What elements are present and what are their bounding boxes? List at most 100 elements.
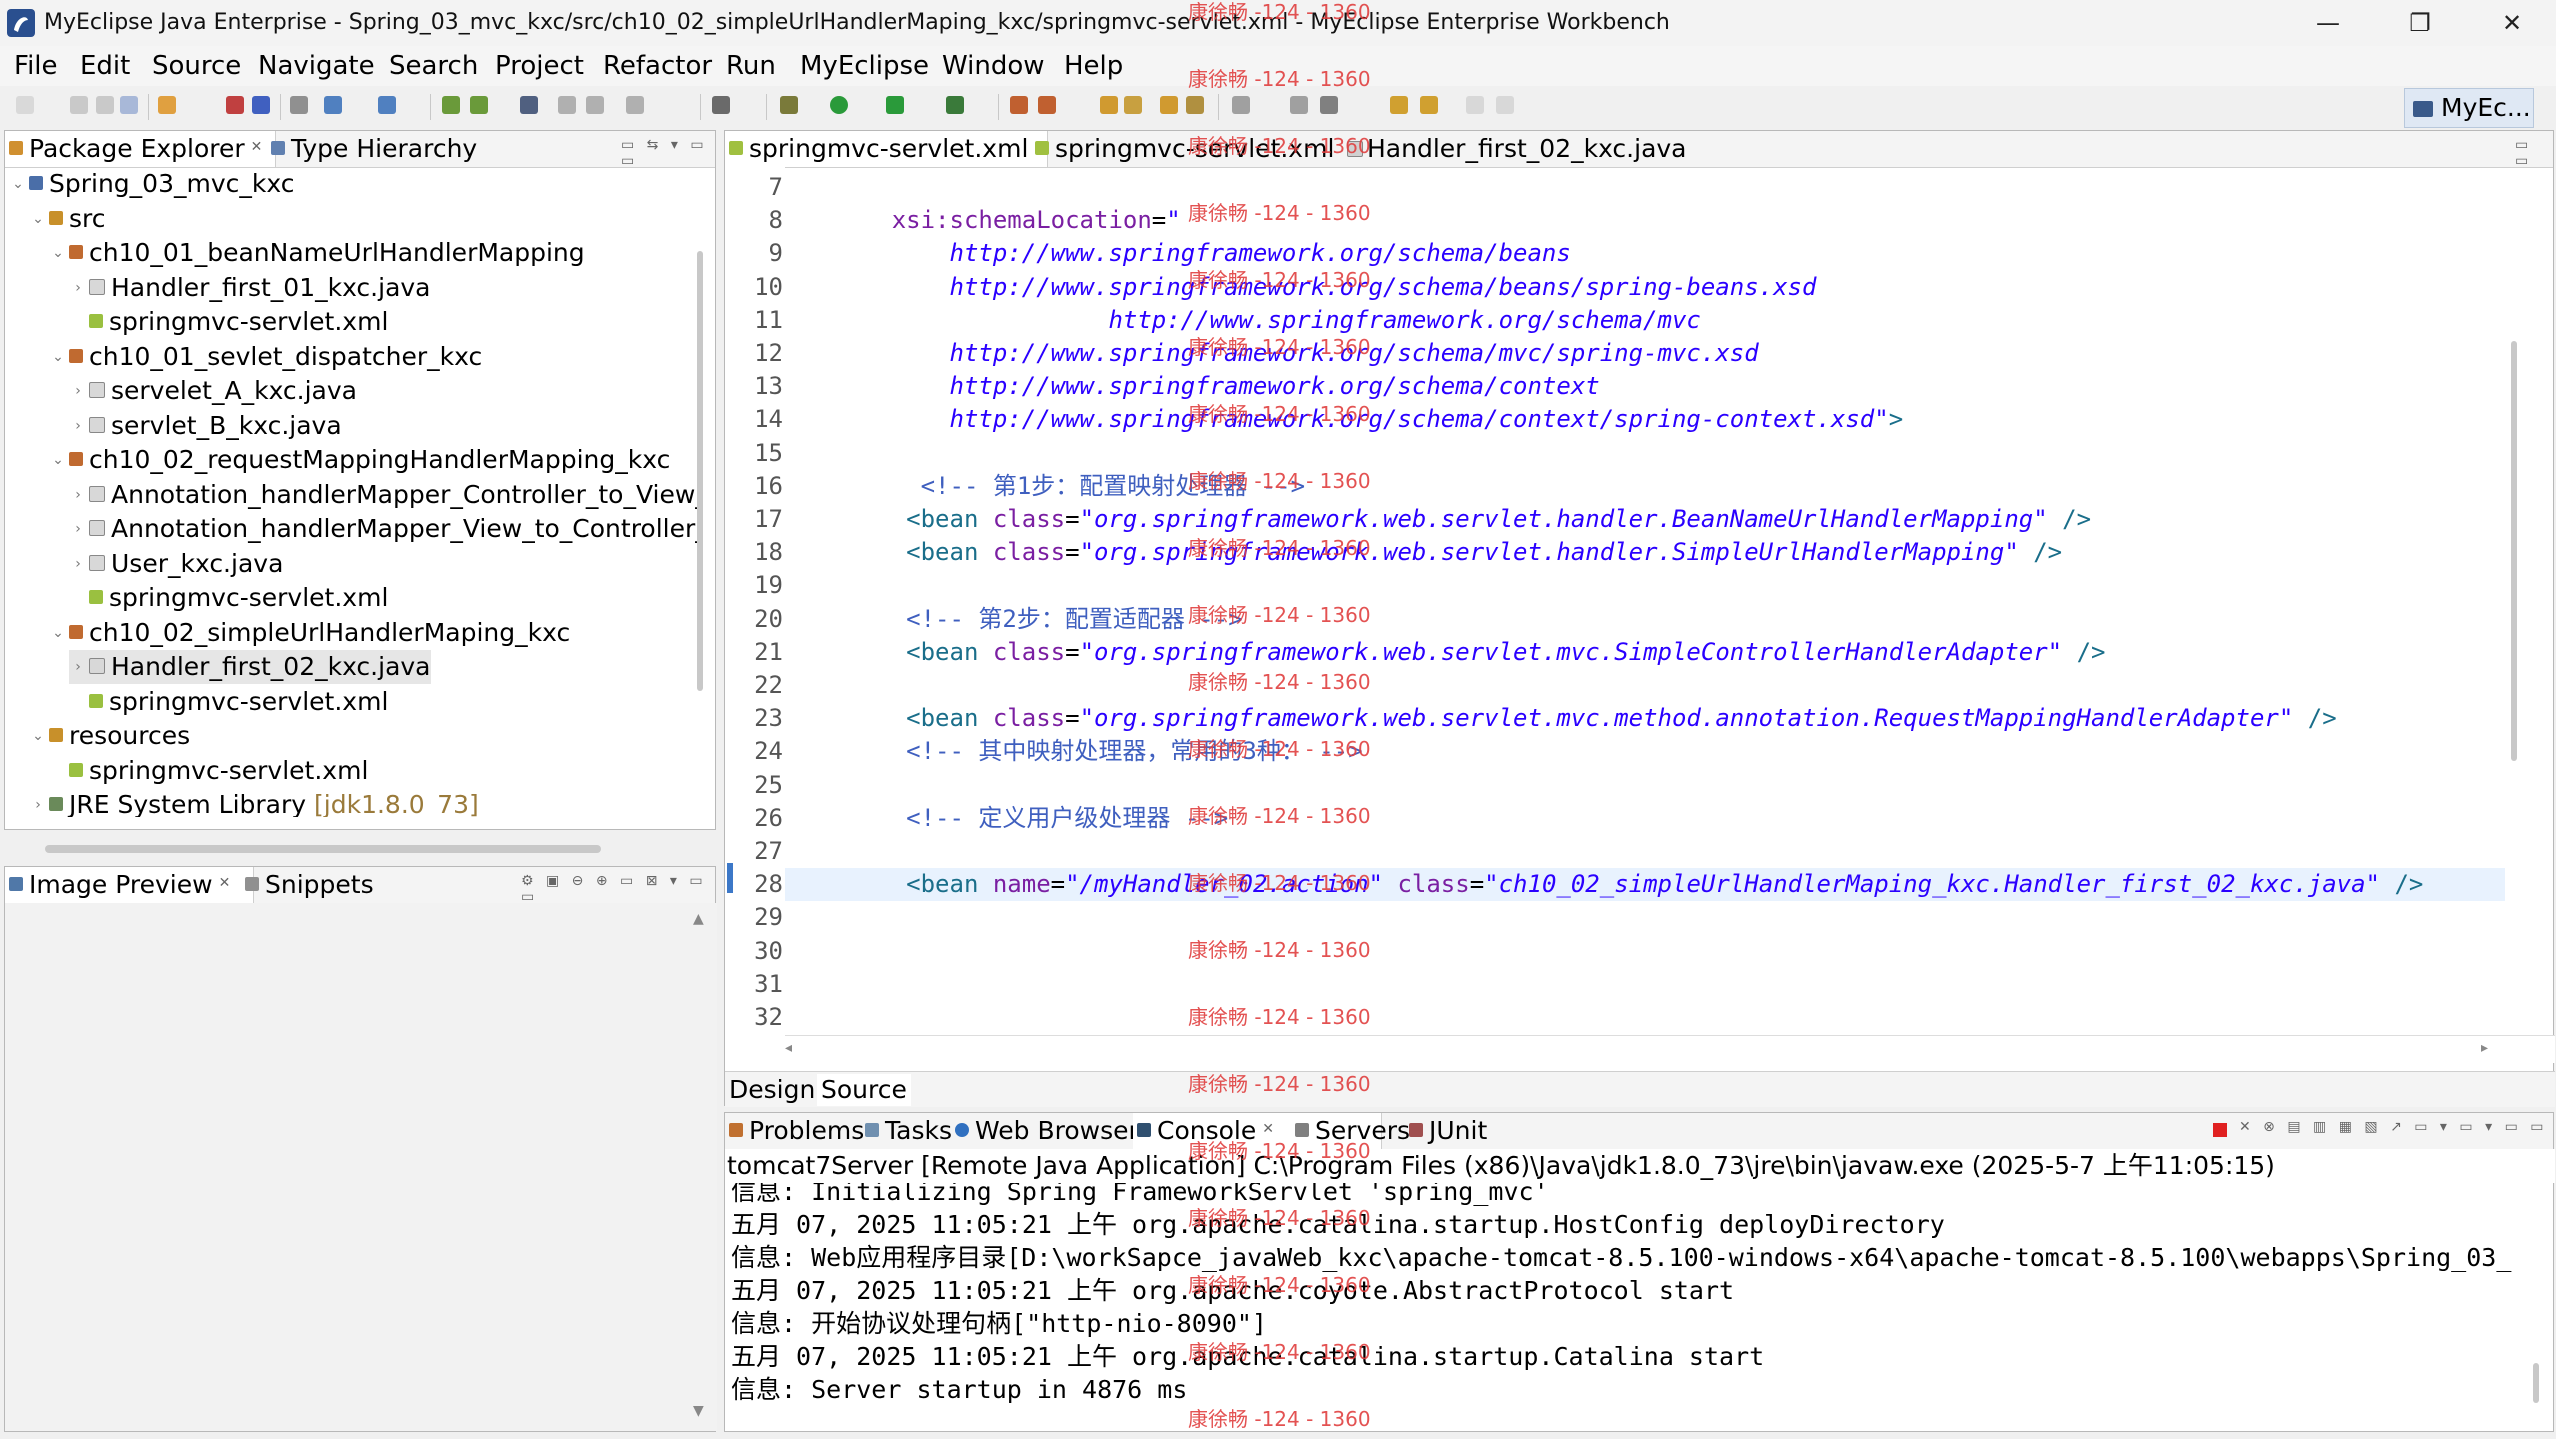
menu-navigate[interactable]: Navigate xyxy=(258,50,375,82)
tree-item[interactable]: springmvc-servlet.xml xyxy=(49,754,368,788)
debug-icon[interactable] xyxy=(780,96,798,114)
next-annotation-icon[interactable] xyxy=(1290,96,1308,114)
build-icon[interactable] xyxy=(586,96,604,114)
open-task-icon[interactable] xyxy=(252,96,270,114)
tree-item[interactable]: ⌄ Spring_03_mvc_kxc xyxy=(9,167,294,201)
tree-item[interactable]: ⌄ ch10_02_requestMappingHandlerMapping_kx… xyxy=(49,443,670,477)
chevron-right-icon[interactable]: › xyxy=(69,374,87,408)
menu-edit[interactable]: Edit xyxy=(80,50,130,82)
close-tab-icon[interactable]: ✕ xyxy=(251,139,263,155)
scroll-up-icon[interactable]: ▲ xyxy=(693,911,704,927)
menu-myeclipse[interactable]: MyEclipse xyxy=(800,50,929,82)
server-icon[interactable] xyxy=(378,96,396,114)
chevron-right-icon[interactable]: › xyxy=(69,650,87,684)
tab-package-explorer[interactable]: Package Explorer ✕ xyxy=(5,131,276,167)
code-line[interactable]: <bean class="org.springframework.web.ser… xyxy=(805,536,2062,569)
maximize-button[interactable]: ❐ xyxy=(2374,0,2466,46)
tree-item[interactable]: ⌄ src xyxy=(29,202,105,236)
save-icon[interactable] xyxy=(70,96,88,114)
pin-icon[interactable] xyxy=(1232,96,1250,114)
run-as-icon[interactable] xyxy=(886,96,904,114)
tab-snippets[interactable]: Snippets xyxy=(241,867,374,903)
code-line[interactable]: <bean class="org.springframework.web.ser… xyxy=(805,702,2337,735)
new-server-icon[interactable] xyxy=(158,96,176,114)
tab-problems[interactable]: Problems xyxy=(725,1113,864,1149)
chevron-right-icon[interactable]: › xyxy=(69,409,87,443)
code-line[interactable]: <!-- 第2步：配置适配器 --> xyxy=(805,603,1243,636)
menu-file[interactable]: File xyxy=(14,50,58,82)
tab-type-hierarchy[interactable]: Type Hierarchy xyxy=(267,131,477,167)
image-preview-toolbar-icon[interactable]: ⚙ ▣ ⊖ ⊕ ▭ ⊠ ▾ ▭ ▭ xyxy=(521,873,715,905)
tree-item[interactable]: › Annotation_handlerMapper_Controller_to_… xyxy=(69,478,701,512)
open-folder-icon[interactable] xyxy=(1124,96,1142,114)
tab-handler-first-02[interactable]: Handler_first_02_kxc.java xyxy=(1343,131,1687,167)
close-button[interactable]: ✕ xyxy=(2466,0,2556,46)
mark-icon[interactable] xyxy=(1186,96,1204,114)
code-line[interactable]: xsi:schemaLocation=" xyxy=(805,204,1181,237)
tree-item[interactable]: › Annotation_handlerMapper_View_to_Contro… xyxy=(69,512,701,546)
code-area[interactable]: 78 xsi:schemaLocation=" 9 http://www.spri… xyxy=(725,167,2505,1035)
tab-tasks[interactable]: Tasks xyxy=(861,1113,952,1149)
tree-item[interactable]: › JRE System Library [jdk1.8.0_73] xyxy=(29,788,479,817)
tree-item[interactable]: springmvc-servlet.xml xyxy=(69,685,388,719)
new-java-project-icon[interactable] xyxy=(1010,96,1028,114)
tree-item[interactable]: ⌄ resources xyxy=(29,719,190,753)
horizontal-scrollbar[interactable] xyxy=(45,845,601,853)
menu-help[interactable]: Help xyxy=(1064,50,1123,82)
chevron-right-icon[interactable]: › xyxy=(69,478,87,512)
save-all-icon[interactable] xyxy=(96,96,114,114)
chevron-down-icon[interactable]: ⌄ xyxy=(49,236,67,270)
tab-junit[interactable]: JUnit xyxy=(1405,1113,1487,1149)
chevron-down-icon[interactable]: ⌄ xyxy=(49,443,67,477)
code-line[interactable]: <bean class="org.springframework.web.ser… xyxy=(805,636,2105,669)
tree-item[interactable]: › User_kxc.java xyxy=(69,547,283,581)
minimize-button[interactable]: — xyxy=(2282,0,2374,46)
code-line[interactable]: <bean class="org.springframework.web.ser… xyxy=(805,503,2091,536)
chevron-right-icon[interactable]: › xyxy=(29,788,47,817)
chevron-right-icon[interactable]: › xyxy=(69,512,87,546)
code-line[interactable]: <!-- 定义用户级处理器 --> xyxy=(805,802,1228,835)
tab-source[interactable]: Source xyxy=(817,1074,911,1106)
menu-search[interactable]: Search xyxy=(389,50,478,82)
new-class-icon[interactable] xyxy=(1100,96,1118,114)
package-icon[interactable] xyxy=(470,96,488,114)
tree-item[interactable]: ⌄ ch10_01_beanNameUrlHandlerMapping xyxy=(49,236,585,270)
scroll-down-icon[interactable]: ▼ xyxy=(693,1403,704,1419)
console-toolbar-icons[interactable]: ✕ ⊗ ▤ ▥ ▦ ▧ ↗ ▭ ▾ ▭ ▾ ▭ ▭ xyxy=(2239,1119,2547,1135)
terminate-icon[interactable] xyxy=(2213,1123,2227,1137)
back-icon[interactable] xyxy=(1390,96,1408,114)
open-perspective-icon[interactable] xyxy=(442,96,460,114)
new-package-icon[interactable] xyxy=(1038,96,1056,114)
new-icon[interactable] xyxy=(16,96,34,114)
chevron-down-icon[interactable]: ⌄ xyxy=(49,616,67,650)
panel-view-menu-icon[interactable]: ▭ ⇆ ▾ ▭ ▭ xyxy=(621,137,715,169)
refresh-icon[interactable] xyxy=(520,96,538,114)
tree-item[interactable]: › servelet_A_kxc.java xyxy=(69,374,357,408)
forward-icon[interactable] xyxy=(1466,96,1484,114)
tree-item[interactable]: springmvc-servlet.xml xyxy=(69,305,388,339)
tree-item[interactable]: ⌄ ch10_02_simpleUrlHandlerMaping_kxc xyxy=(49,616,570,650)
tree-item[interactable]: ⌄ ch10_01_sevlet_dispatcher_kxc xyxy=(49,340,482,374)
tree-item[interactable]: › servlet_B_kxc.java xyxy=(69,409,341,443)
external-tools-icon[interactable] xyxy=(946,96,964,114)
annotation-icon[interactable] xyxy=(1160,96,1178,114)
link-icon[interactable] xyxy=(558,96,576,114)
code-line[interactable]: <bean name="/myHandler_02.action" class=… xyxy=(805,868,2423,901)
editor-vertical-scrollbar[interactable] xyxy=(2511,341,2517,761)
menu-source[interactable]: Source xyxy=(152,50,241,82)
tree-item[interactable]: springmvc-servlet.xml xyxy=(69,581,388,615)
console-scrollbar[interactable] xyxy=(2533,1363,2539,1403)
chevron-down-icon[interactable]: ⌄ xyxy=(49,340,67,374)
chevron-right-icon[interactable]: › xyxy=(69,547,87,581)
tab-design[interactable]: Design xyxy=(729,1074,815,1106)
browser-icon[interactable] xyxy=(626,96,644,114)
open-type-icon[interactable] xyxy=(226,96,244,114)
chevron-down-icon[interactable]: ⌄ xyxy=(29,719,47,753)
tab-image-preview[interactable]: Image Preview ✕ xyxy=(5,867,254,903)
toggle-icon[interactable] xyxy=(712,96,730,114)
chevron-down-icon[interactable]: ⌄ xyxy=(29,202,47,236)
forward-arrow-icon[interactable] xyxy=(1496,96,1514,114)
editor-horizontal-scrollbar[interactable]: ◂ ▸ xyxy=(785,1035,2555,1063)
menu-refactor[interactable]: Refactor xyxy=(603,50,712,82)
deploy-icon[interactable] xyxy=(324,96,342,114)
